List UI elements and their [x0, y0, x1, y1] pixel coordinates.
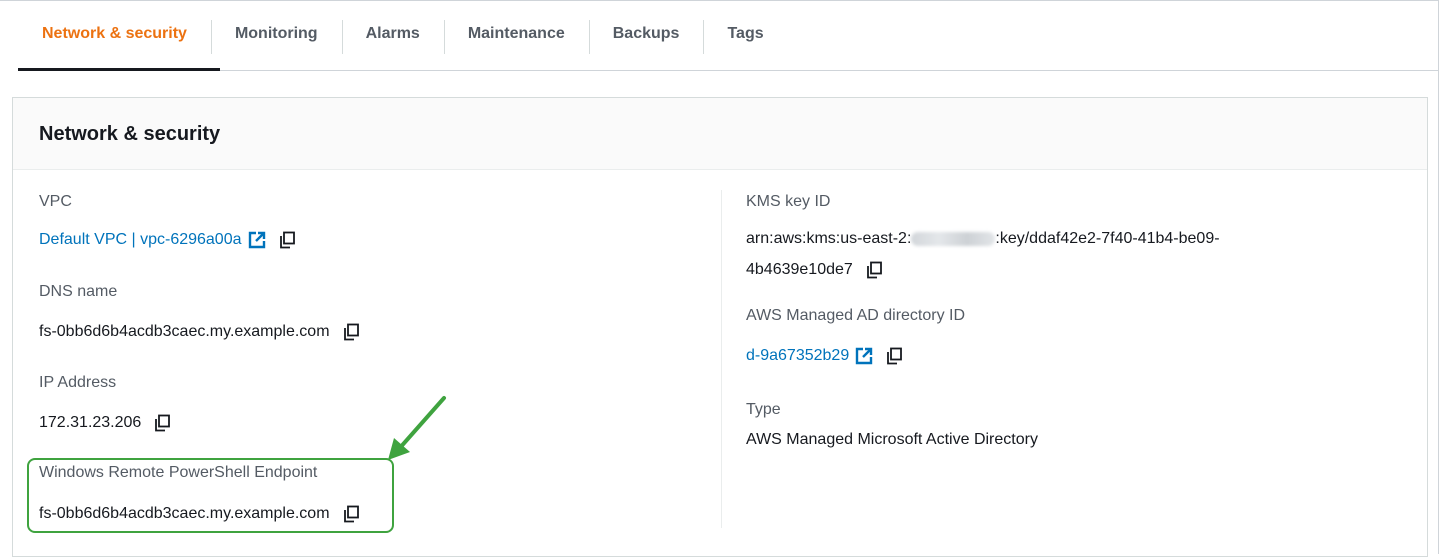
panel-header: Network & security: [13, 98, 1427, 170]
vpc-value-row: Default VPC | vpc-6296a00a: [39, 230, 296, 250]
copy-icon[interactable]: [885, 347, 903, 365]
annotation-arrow-icon: [388, 396, 446, 460]
vpc-field: VPC Default VPC | vpc-6296a00a: [39, 192, 296, 250]
dns-label: DNS name: [39, 283, 118, 300]
tab-network-security[interactable]: Network & security: [18, 14, 211, 54]
ad-value-row: d-9a67352b29: [746, 346, 965, 366]
kms-value-prefix: arn:aws:kms:us-east-2:: [746, 230, 912, 247]
ad-field: AWS Managed AD directory ID d-9a67352b29: [746, 306, 965, 366]
copy-icon[interactable]: [342, 323, 360, 341]
copy-icon[interactable]: [865, 261, 883, 279]
kms-value-end: 4b4639e10de7: [746, 261, 853, 278]
ip-value-row: 172.31.23.206: [39, 413, 171, 433]
highlight-callout-box: [27, 458, 394, 533]
tab-tags[interactable]: Tags: [703, 14, 787, 54]
copy-icon[interactable]: [278, 231, 296, 249]
tab-bar-divider: [220, 70, 1438, 71]
tab-maintenance[interactable]: Maintenance: [443, 14, 589, 54]
ad-directory-link[interactable]: d-9a67352b29: [746, 346, 849, 366]
ip-field: IP Address 172.31.23.206: [39, 373, 171, 433]
kms-value-line-2: 4b4639e10de7: [746, 260, 1220, 280]
type-label: Type: [746, 401, 781, 418]
active-tab-indicator: [18, 68, 220, 71]
ip-label: IP Address: [39, 374, 117, 391]
tab-monitoring[interactable]: Monitoring: [210, 14, 342, 54]
copy-icon[interactable]: [153, 414, 171, 432]
tab-alarms[interactable]: Alarms: [341, 14, 444, 54]
frame-top-border: [0, 0, 1439, 1]
type-field: Type AWS Managed Microsoft Active Direct…: [746, 400, 1038, 450]
vpc-label: VPC: [39, 193, 72, 210]
ad-label: AWS Managed AD directory ID: [746, 307, 966, 324]
vpc-link[interactable]: Default VPC | vpc-6296a00a: [39, 230, 242, 250]
column-divider: [721, 190, 722, 528]
kms-value-line-1: arn:aws:kms:us-east-2: :key/ddaf42e2-7f40…: [746, 228, 1220, 250]
type-value-row: AWS Managed Microsoft Active Directory: [746, 430, 1038, 450]
tab-bar: Network & security Monitoring Alarms Mai…: [18, 14, 788, 70]
redacted-account-id: [911, 231, 996, 246]
type-value: AWS Managed Microsoft Active Directory: [746, 431, 1038, 448]
dns-field: DNS name fs-0bb6d6b4acdb3caec.my.example…: [39, 282, 360, 342]
external-link-icon[interactable]: [248, 231, 266, 249]
external-link-icon[interactable]: [855, 347, 873, 365]
kms-field: KMS key ID arn:aws:kms:us-east-2: :key/dd…: [746, 192, 1220, 280]
ip-value: 172.31.23.206: [39, 414, 142, 431]
kms-value-suffix: :key/ddaf42e2-7f40-41b4-be09-: [995, 230, 1220, 247]
tab-backups[interactable]: Backups: [588, 14, 704, 54]
dns-value-row: fs-0bb6d6b4acdb3caec.my.example.com: [39, 322, 360, 342]
kms-label: KMS key ID: [746, 193, 831, 210]
dns-value: fs-0bb6d6b4acdb3caec.my.example.com: [39, 323, 330, 340]
panel-title: Network & security: [39, 123, 221, 145]
